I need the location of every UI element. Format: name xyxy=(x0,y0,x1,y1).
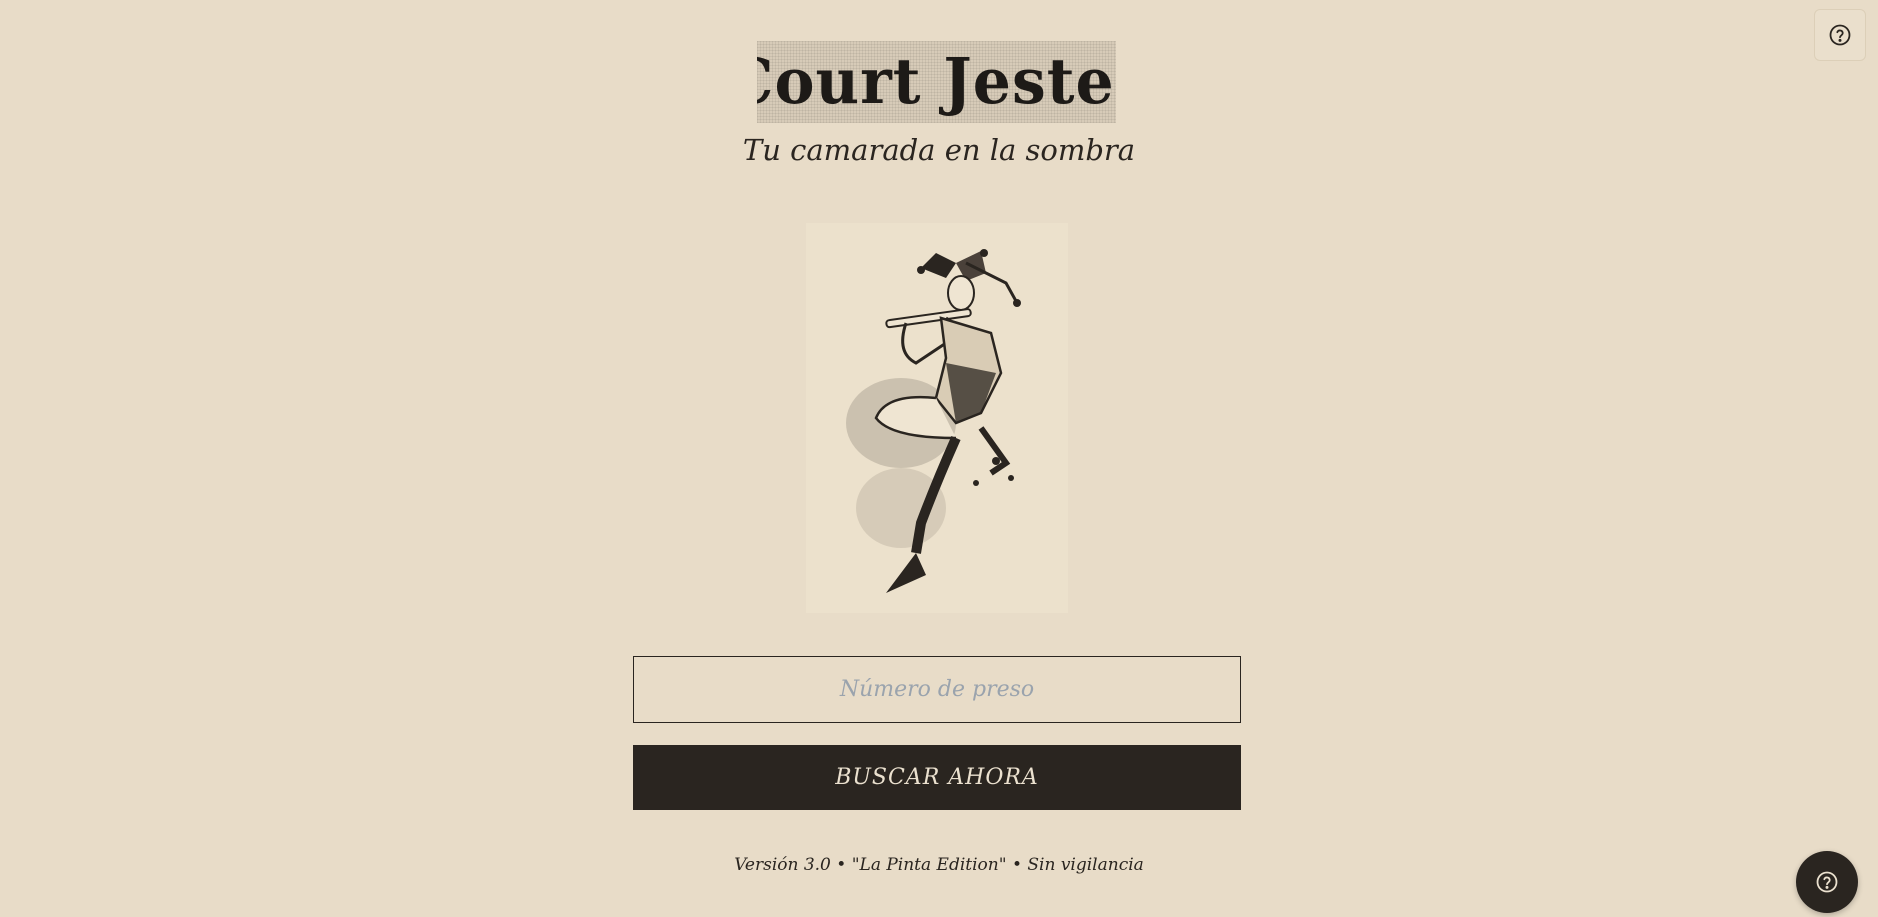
help-button[interactable] xyxy=(1814,9,1866,61)
logo-text: Court Jester xyxy=(757,45,1116,119)
question-circle-icon xyxy=(1829,24,1851,46)
tagline: Tu camarada en la sombra xyxy=(742,133,1136,167)
version-info: Versión 3.0 • "La Pinta Edition" • Sin v… xyxy=(734,855,1144,875)
jester-illustration xyxy=(806,223,1068,613)
jester-flute-icon xyxy=(846,249,1021,593)
question-circle-icon xyxy=(1816,871,1838,893)
help-chat-button[interactable] xyxy=(1796,851,1858,913)
logo: Court Jester xyxy=(757,41,1116,123)
landing-page: Court Jester Tu camarada en la sombra xyxy=(0,0,1878,917)
search-now-button[interactable]: BUSCAR AHORA xyxy=(633,745,1241,810)
prisoner-number-input[interactable] xyxy=(633,656,1241,723)
